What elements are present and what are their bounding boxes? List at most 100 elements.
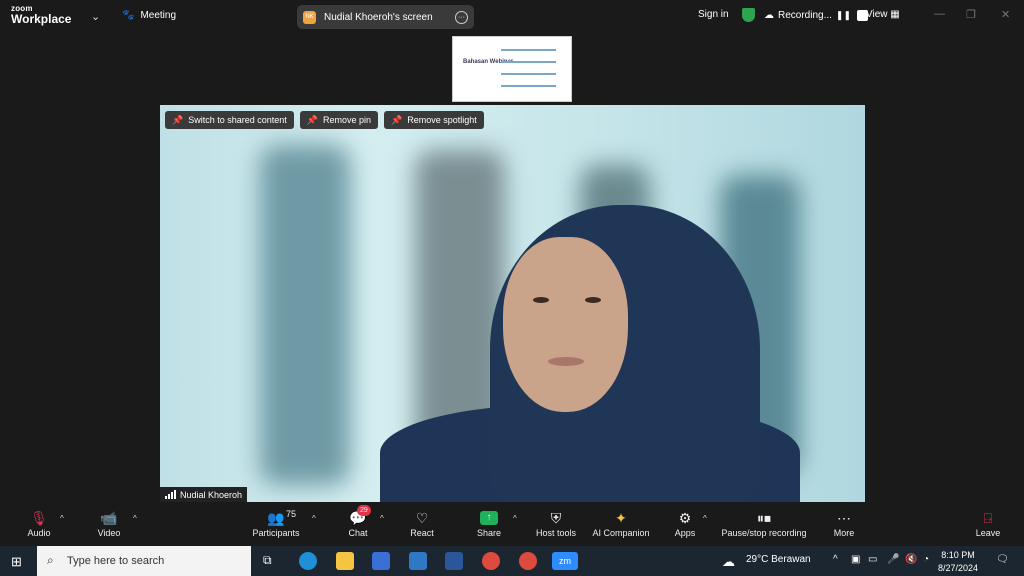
eye bbox=[585, 297, 601, 303]
zoom-app-icon[interactable]: zm bbox=[552, 552, 578, 570]
share-label: Share bbox=[476, 528, 502, 538]
shared-screen-title: Nudial Khoeroh's screen bbox=[324, 11, 433, 23]
volume-muted-icon[interactable]: 🔇 bbox=[905, 554, 917, 565]
store-icon[interactable] bbox=[372, 552, 390, 570]
muted-mic-icon: 🎙 bbox=[30, 509, 48, 526]
pin-icon: 📌 bbox=[391, 114, 403, 125]
zoom-logo: zoom Workplace bbox=[11, 5, 72, 26]
heart-icon: ♡ bbox=[415, 509, 429, 526]
meet-now-icon[interactable]: ▣ bbox=[851, 554, 860, 565]
chat-label: Chat bbox=[348, 528, 368, 538]
chrome-icon[interactable] bbox=[482, 552, 500, 570]
tray-chevron-up-icon[interactable]: ^ bbox=[833, 554, 838, 565]
chat-caret-icon[interactable]: ^ bbox=[380, 514, 384, 523]
host-tools-label: Host tools bbox=[535, 528, 577, 538]
meeting-menu[interactable]: 🐾 Meeting bbox=[122, 10, 176, 21]
restore-icon[interactable]: ❐ bbox=[966, 8, 976, 21]
pin-icon: 📌 bbox=[306, 114, 318, 125]
notification-icon[interactable]: 🗨 bbox=[996, 554, 1009, 565]
leave-label: Leave bbox=[975, 528, 1001, 538]
thumbnail-line bbox=[501, 85, 556, 87]
meeting-label: Meeting bbox=[140, 10, 177, 21]
chrome-icon[interactable] bbox=[519, 552, 537, 570]
pause-recording-icon[interactable]: ❚❚ bbox=[836, 10, 851, 21]
background-shape bbox=[260, 145, 350, 485]
share-button[interactable]: ↑ Share bbox=[474, 508, 504, 538]
participants-icon: 👥 75 bbox=[267, 509, 297, 526]
apps-caret-icon[interactable]: ^ bbox=[703, 514, 707, 523]
logo-line2: Workplace bbox=[11, 12, 72, 26]
pin-icon: 📌 bbox=[172, 114, 184, 125]
clock-time: 8:10 PM bbox=[941, 550, 975, 560]
ai-companion-label: AI Companion bbox=[592, 528, 650, 538]
mic-icon[interactable]: 🎤 bbox=[887, 554, 899, 565]
speaker-video[interactable] bbox=[160, 105, 865, 502]
taskbar-search-input[interactable]: ⌕ Type here to search bbox=[37, 546, 251, 576]
leave-icon: ⍈ bbox=[983, 509, 993, 526]
weather-text[interactable]: 29°C Berawan bbox=[746, 554, 811, 565]
chat-button[interactable]: 💬 29 Chat bbox=[345, 505, 371, 538]
view-label: View bbox=[866, 9, 888, 20]
participants-count: 75 bbox=[286, 509, 297, 519]
close-icon[interactable]: ✕ bbox=[1001, 8, 1010, 21]
host-tools-button[interactable]: ⛨ Host tools bbox=[533, 508, 579, 539]
video-button[interactable]: 📹 Video bbox=[94, 508, 124, 539]
share-icon: ↑ bbox=[474, 508, 504, 528]
pause-recording-label: Pause/stop recording bbox=[721, 528, 807, 538]
switch-label: Switch to shared content bbox=[188, 115, 287, 125]
participant-name: Nudial Khoeroh bbox=[180, 489, 243, 500]
mail-icon[interactable] bbox=[409, 552, 427, 570]
meeting-toolbar: 🎙 Audio ^ 📹 Video ^ 👥 75 Participants ^ 💬… bbox=[0, 502, 1024, 546]
chat-icon: 💬 29 bbox=[345, 505, 371, 528]
remove-pin-button[interactable]: 📌 Remove pin bbox=[299, 111, 379, 129]
grid-icon: ▦ bbox=[890, 9, 900, 20]
taskbar-clock[interactable]: 8:10 PM 8/27/2024 bbox=[938, 549, 978, 574]
file-explorer-icon[interactable] bbox=[336, 552, 354, 570]
search-placeholder: Type here to search bbox=[67, 555, 165, 567]
shared-screen-pill[interactable]: NK Nudial Khoeroh's screen ··· bbox=[297, 5, 474, 29]
remove-spotlight-button[interactable]: 📌 Remove spotlight bbox=[384, 111, 484, 129]
switch-to-shared-content-button[interactable]: 📌 Switch to shared content bbox=[165, 111, 294, 129]
share-caret-icon[interactable]: ^ bbox=[513, 514, 517, 523]
audio-caret-icon[interactable]: ^ bbox=[60, 514, 64, 523]
minimize-icon[interactable]: — bbox=[934, 8, 945, 20]
audio-button[interactable]: 🎙 Audio bbox=[24, 508, 54, 539]
leave-button[interactable]: ⍈ Leave bbox=[975, 508, 1001, 539]
more-icon: ⋯ bbox=[837, 509, 851, 526]
thumbnail-line bbox=[501, 61, 556, 63]
windows-start-icon[interactable]: ⊞ bbox=[11, 554, 22, 570]
pause-stop-recording-button[interactable]: ⏸⏹ Pause/stop recording bbox=[720, 508, 808, 539]
cloud-icon: ☁ bbox=[764, 10, 774, 21]
windows-taskbar: ⊞ ⌕ Type here to search ⧉ zm ☁ 29°C Bera… bbox=[0, 546, 1024, 576]
sparkle-icon: ✦ bbox=[615, 509, 627, 526]
more-options-icon[interactable]: ··· bbox=[455, 10, 468, 24]
participants-button[interactable]: 👥 75 Participants bbox=[250, 508, 302, 538]
audio-label: Audio bbox=[27, 528, 51, 538]
ai-companion-button[interactable]: ✦ AI Companion bbox=[590, 508, 652, 539]
participants-caret-icon[interactable]: ^ bbox=[312, 514, 316, 523]
view-menu[interactable]: View ▦ bbox=[866, 9, 900, 20]
remove-pin-label: Remove pin bbox=[323, 115, 372, 125]
chevron-down-icon[interactable]: ⌄ bbox=[91, 10, 100, 23]
video-caret-icon[interactable]: ^ bbox=[133, 514, 137, 523]
mouth bbox=[548, 357, 584, 366]
person-face bbox=[503, 237, 628, 412]
sign-in-link[interactable]: Sign in bbox=[698, 9, 729, 20]
react-button[interactable]: ♡ React bbox=[408, 508, 436, 539]
clock-date: 8/27/2024 bbox=[938, 562, 979, 573]
edge-icon[interactable] bbox=[299, 552, 317, 570]
video-off-icon: 📹 bbox=[100, 509, 118, 526]
wifi-icon[interactable]: ◔ bbox=[923, 554, 929, 565]
battery-icon[interactable]: ▭ bbox=[868, 554, 877, 565]
security-shield-icon[interactable] bbox=[742, 8, 755, 22]
chat-badge: 29 bbox=[357, 505, 371, 516]
more-button[interactable]: ⋯ More bbox=[831, 508, 857, 539]
paw-icon: 🐾 bbox=[122, 10, 135, 21]
participants-label: Participants bbox=[252, 528, 300, 538]
apps-button[interactable]: ⚙ Apps bbox=[672, 508, 698, 539]
task-view-icon[interactable]: ⧉ bbox=[263, 553, 272, 568]
signal-bars-icon bbox=[165, 490, 176, 499]
shared-content-thumbnail[interactable]: Bahasan Webinar bbox=[452, 36, 572, 102]
remove-spotlight-label: Remove spotlight bbox=[407, 115, 477, 125]
word-icon[interactable] bbox=[445, 552, 463, 570]
